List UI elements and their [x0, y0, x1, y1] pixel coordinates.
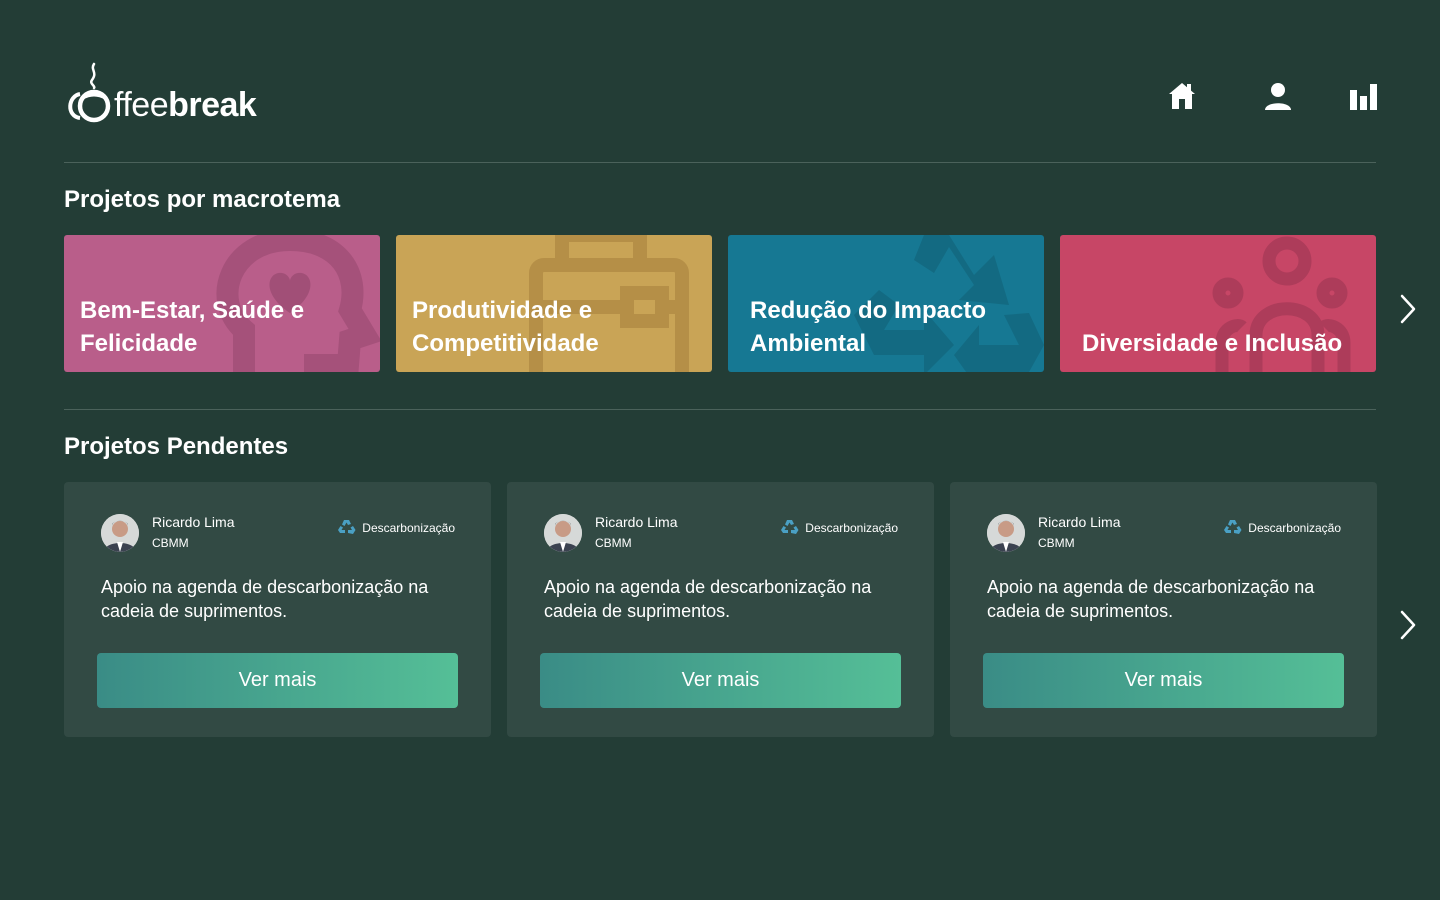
- avatar: [544, 514, 582, 552]
- theme-label: Redução do Impacto Ambiental: [750, 297, 987, 357]
- category-tag-label: Descarbonização: [362, 521, 455, 535]
- category-tag: Descarbonização: [1223, 519, 1341, 537]
- theme-card-reducao-impacto[interactable]: Redução do Impacto Ambiental: [728, 235, 1044, 372]
- logo-text-bold: break: [168, 86, 257, 124]
- header: ffeebreak: [64, 60, 1377, 130]
- person-name: Ricardo Lima: [152, 514, 235, 530]
- project-description: Apoio na agenda de descarbonização na ca…: [544, 577, 872, 621]
- coffee-cup-icon: [64, 60, 112, 126]
- category-tag-label: Descarbonização: [805, 521, 898, 535]
- logo-text: ffeebreak: [114, 86, 257, 124]
- bar-chart-icon[interactable]: [1346, 78, 1382, 114]
- chevron-right-icon: [1400, 294, 1416, 324]
- recycle-icon: [1224, 520, 1242, 534]
- section-title-macrotema: Projetos por macrotema: [64, 186, 341, 213]
- ver-mais-button[interactable]: Ver mais: [97, 653, 458, 708]
- coffeebreak-logo[interactable]: ffeebreak: [64, 60, 257, 126]
- avatar: [101, 514, 139, 552]
- theme-card-diversidade[interactable]: Diversidade e Inclusão: [1060, 235, 1376, 372]
- person-name: Ricardo Lima: [595, 514, 678, 530]
- divider: [64, 409, 1376, 410]
- theme-label: Bem-Estar, Saúde e Felicidade: [80, 297, 305, 357]
- logo-text-light: ffee: [114, 86, 169, 124]
- theme-label: Produtividade e Competitividade: [412, 297, 599, 357]
- project-card: Ricardo Lima CBMM Descarbonização Apoio …: [507, 482, 934, 737]
- section-title-pendentes: Projetos Pendentes: [64, 433, 289, 460]
- person-org: CBMM: [1038, 536, 1075, 550]
- project-card: Ricardo Lima CBMM Descarbonização Apoio …: [950, 482, 1377, 737]
- ver-mais-button[interactable]: Ver mais: [540, 653, 901, 708]
- divider: [64, 162, 1376, 163]
- person-org: CBMM: [595, 536, 632, 550]
- theme-label: Diversidade e Inclusão: [1082, 330, 1343, 357]
- recycle-icon: [338, 520, 356, 534]
- category-tag: Descarbonização: [780, 519, 898, 537]
- ver-mais-button[interactable]: Ver mais: [983, 653, 1344, 708]
- category-tag: Descarbonização: [337, 519, 455, 537]
- projects-next-arrow[interactable]: [1396, 607, 1420, 643]
- project-card: Ricardo Lima CBMM Descarbonização Apoio …: [64, 482, 491, 737]
- avatar: [987, 514, 1025, 552]
- home-icon[interactable]: [1164, 78, 1200, 114]
- person-org: CBMM: [152, 536, 189, 550]
- themes-next-arrow[interactable]: [1396, 291, 1420, 327]
- project-description: Apoio na agenda de descarbonização na ca…: [101, 577, 429, 621]
- user-icon[interactable]: [1260, 78, 1296, 114]
- theme-card-bem-estar[interactable]: Bem-Estar, Saúde e Felicidade: [64, 235, 380, 372]
- recycle-icon: [781, 520, 799, 534]
- project-description: Apoio na agenda de descarbonização na ca…: [987, 577, 1315, 621]
- person-name: Ricardo Lima: [1038, 514, 1121, 530]
- category-tag-label: Descarbonização: [1248, 521, 1341, 535]
- theme-card-produtividade[interactable]: Produtividade e Competitividade: [396, 235, 712, 372]
- chevron-right-icon: [1400, 610, 1416, 640]
